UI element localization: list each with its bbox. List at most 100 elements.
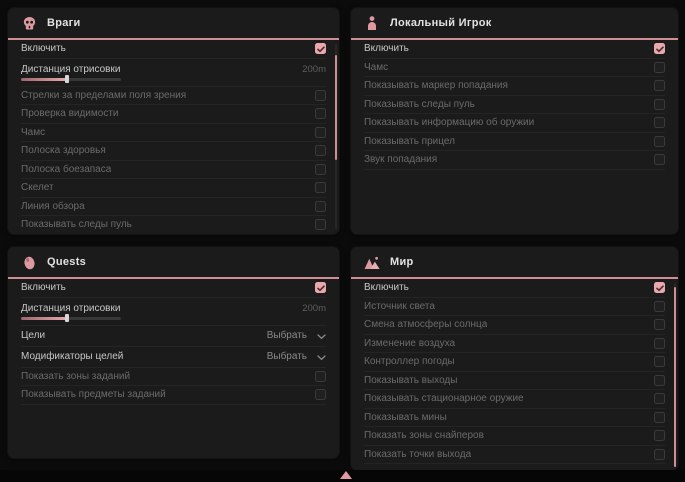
- checkbox[interactable]: [654, 412, 665, 423]
- checkbox[interactable]: [654, 117, 665, 128]
- row-label: Показывать прицел: [364, 136, 455, 147]
- checkbox[interactable]: [654, 136, 665, 147]
- toggle-row[interactable]: Полоска боезапаса: [21, 161, 326, 180]
- slider-track[interactable]: [21, 317, 121, 320]
- scrollbar-thumb[interactable]: [335, 55, 337, 160]
- toggle-row[interactable]: Изменение воздуха: [364, 335, 665, 354]
- checkbox[interactable]: [654, 80, 665, 91]
- checkbox[interactable]: [315, 43, 326, 54]
- checkbox[interactable]: [654, 154, 665, 165]
- checkbox[interactable]: [654, 319, 665, 330]
- toggle-row[interactable]: Показывать маркер попадания: [364, 77, 665, 96]
- toggle-row[interactable]: Показывать прицел: [364, 133, 665, 152]
- checkbox[interactable]: [654, 338, 665, 349]
- select-value: Выбрать: [267, 351, 307, 362]
- check-icon: [656, 279, 664, 297]
- slider-handle[interactable]: [65, 314, 69, 322]
- checkbox[interactable]: [654, 356, 665, 367]
- toggle-row[interactable]: Показывать следы пуль: [364, 96, 665, 115]
- toggle-row[interactable]: Включить: [364, 40, 665, 59]
- panel-title: Локальный Игрок: [390, 17, 492, 29]
- checkbox[interactable]: [654, 301, 665, 312]
- toggle-row[interactable]: Показывать выходы: [364, 372, 665, 391]
- row-label: Чамс: [21, 127, 45, 138]
- checkbox[interactable]: [315, 282, 326, 293]
- toggle-row[interactable]: Показать зоны заданий: [21, 368, 326, 387]
- toggle-row[interactable]: Источник света: [364, 298, 665, 317]
- slider-track[interactable]: [21, 78, 121, 81]
- skull-icon: [21, 15, 37, 31]
- toggle-row[interactable]: Полоска здоровья: [21, 142, 326, 161]
- toggle-row[interactable]: Показать точки выхода: [364, 446, 665, 465]
- toggle-row[interactable]: Включить: [21, 279, 326, 298]
- quest-icon: [21, 254, 37, 270]
- toggle-row[interactable]: Показать зоны снайперов: [364, 427, 665, 446]
- checkbox[interactable]: [654, 449, 665, 460]
- checkbox[interactable]: [315, 371, 326, 382]
- toggle-row[interactable]: Показывать мины: [364, 409, 665, 428]
- toggle-row[interactable]: Включить: [364, 279, 665, 298]
- checkbox[interactable]: [315, 182, 326, 193]
- checkbox[interactable]: [654, 430, 665, 441]
- checkbox[interactable]: [654, 99, 665, 110]
- toggle-row[interactable]: Проверка видимости: [21, 105, 326, 124]
- panel-header-local-player[interactable]: Локальный Игрок: [351, 8, 678, 40]
- slider-label-line: Дистанция отрисовки 200m: [21, 64, 326, 75]
- slider-fill: [21, 317, 67, 320]
- toggle-row[interactable]: Показывать информацию об оружии: [364, 114, 665, 133]
- scrollbar-thumb[interactable]: [674, 287, 676, 467]
- checkbox[interactable]: [315, 90, 326, 101]
- toggle-row[interactable]: Показывать предметы заданий: [21, 386, 326, 405]
- toggle-row[interactable]: Контроллер погоды: [364, 353, 665, 372]
- checkbox[interactable]: [315, 145, 326, 156]
- row-label: Включить: [364, 43, 409, 54]
- select-row[interactable]: Модификаторы целейВыбрать: [21, 347, 326, 368]
- toggle-row[interactable]: Чамс: [364, 59, 665, 78]
- panel-header-world[interactable]: Мир: [351, 247, 678, 279]
- checkbox[interactable]: [315, 389, 326, 400]
- panel-title: Мир: [390, 256, 414, 268]
- toggle-row[interactable]: Скелет: [21, 179, 326, 198]
- panel-title: Quests: [47, 256, 86, 268]
- toggle-row[interactable]: Линия обзора: [21, 198, 326, 217]
- row-label: Смена атмосферы солнца: [364, 319, 487, 330]
- row-label: Дистанция отрисовки: [21, 64, 120, 75]
- toggle-row[interactable]: Чамс: [21, 124, 326, 143]
- checkbox[interactable]: [654, 43, 665, 54]
- checkbox[interactable]: [315, 219, 326, 230]
- panel-header-quests[interactable]: Quests: [8, 247, 339, 279]
- toggle-row[interactable]: Звук попадания: [364, 151, 665, 170]
- checkbox[interactable]: [654, 62, 665, 73]
- slider-handle[interactable]: [65, 75, 69, 83]
- panel-header-enemies[interactable]: Враги: [8, 8, 339, 40]
- slider-row[interactable]: Дистанция отрисовки200m: [21, 298, 326, 326]
- toggle-row[interactable]: Показывать стационарное оружие: [364, 390, 665, 409]
- select-control[interactable]: Выбрать: [267, 327, 326, 345]
- checkbox[interactable]: [315, 127, 326, 138]
- checkbox[interactable]: [654, 282, 665, 293]
- slider-value: 200m: [302, 303, 326, 314]
- cursor-triangle-icon: [340, 471, 352, 479]
- select-control[interactable]: Выбрать: [267, 348, 326, 366]
- checkbox[interactable]: [315, 201, 326, 212]
- checkbox[interactable]: [315, 164, 326, 175]
- slider-value: 200m: [302, 64, 326, 75]
- row-label: Показывать предметы заданий: [21, 389, 166, 400]
- checkbox[interactable]: [654, 393, 665, 404]
- toggle-row[interactable]: Показывать следы пуль: [21, 216, 326, 234]
- row-label: Включить: [364, 282, 409, 293]
- check-icon: [317, 279, 325, 297]
- checkbox[interactable]: [315, 108, 326, 119]
- row-label: Чамс: [364, 62, 388, 73]
- slider-fill: [21, 78, 67, 81]
- checkbox[interactable]: [654, 375, 665, 386]
- row-label: Включить: [21, 282, 66, 293]
- row-label: Изменение воздуха: [364, 338, 455, 349]
- toggle-row[interactable]: Стрелки за пределами поля зрения: [21, 87, 326, 106]
- toggle-row[interactable]: Включить: [21, 40, 326, 59]
- slider-row[interactable]: Дистанция отрисовки 200m: [21, 59, 326, 87]
- toggle-row[interactable]: Смена атмосферы солнца: [364, 316, 665, 335]
- row-label: Полоска боезапаса: [21, 164, 111, 175]
- row-label: Звук попадания: [364, 154, 437, 165]
- select-row[interactable]: ЦелиВыбрать: [21, 326, 326, 347]
